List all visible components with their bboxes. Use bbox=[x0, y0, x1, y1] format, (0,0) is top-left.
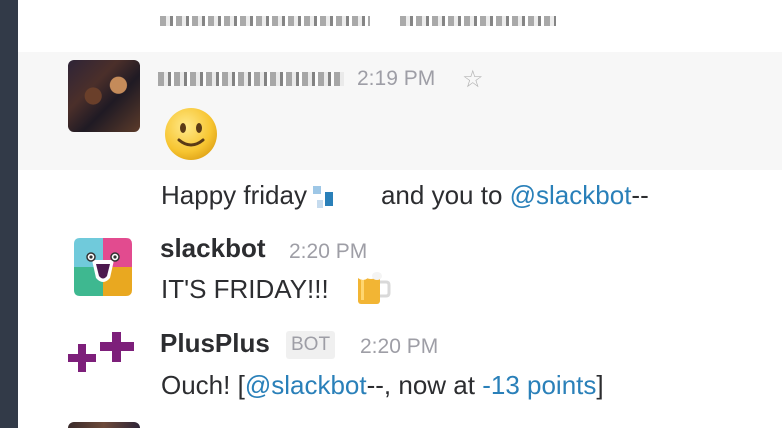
message-text-part: Happy friday bbox=[161, 180, 307, 210]
message-text: Ouch! [@slackbot--, now at -13 points] bbox=[161, 370, 604, 401]
message-text: Happy friday and you to @slackbot-- bbox=[161, 180, 649, 211]
message-text-part: -- bbox=[631, 180, 649, 210]
sender-name[interactable]: PlusPlus bbox=[160, 328, 270, 359]
beer-mug-icon bbox=[357, 267, 391, 304]
avatar[interactable] bbox=[68, 60, 140, 132]
points-link[interactable]: -13 points bbox=[482, 370, 596, 400]
bot-badge: BOT bbox=[286, 331, 336, 359]
slackbot-avatar[interactable] bbox=[70, 234, 136, 300]
mention-link[interactable]: @slackbot bbox=[245, 370, 367, 400]
message-timestamp[interactable]: 2:19 PM bbox=[357, 67, 435, 91]
sidebar-edge bbox=[0, 0, 18, 428]
message-text-part: Ouch! [ bbox=[161, 370, 245, 400]
message-text: IT'S FRIDAY!!! bbox=[161, 274, 329, 304]
redacted-username bbox=[158, 72, 344, 86]
star-icon[interactable]: ☆ bbox=[462, 66, 484, 94]
message-text-part: and you to bbox=[380, 180, 503, 210]
mention-link[interactable]: @slackbot bbox=[510, 180, 632, 210]
sender-name[interactable]: slackbot bbox=[160, 233, 266, 264]
message-timestamp[interactable]: 2:20 PM bbox=[289, 240, 367, 264]
smiling-face-icon bbox=[165, 108, 217, 160]
message-timestamp[interactable]: 2:20 PM bbox=[360, 335, 438, 359]
redacted-text bbox=[400, 16, 556, 26]
redacted-emoji-icon bbox=[312, 186, 335, 209]
redacted-text bbox=[160, 16, 370, 26]
message-text-part: --, now at bbox=[366, 370, 483, 400]
plusplus-avatar[interactable] bbox=[66, 332, 142, 386]
channel-view: 2:19 PM ☆ Happy friday and you to @slackb… bbox=[0, 0, 782, 428]
message-text-part: ] bbox=[596, 370, 604, 400]
avatar[interactable] bbox=[68, 422, 140, 428]
